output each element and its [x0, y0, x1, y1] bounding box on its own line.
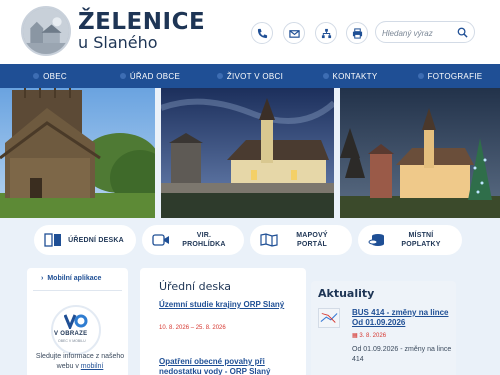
- search-box: [375, 21, 475, 43]
- official-board-item-link[interactable]: Územní studie krajiny ORP Slaný: [159, 300, 289, 310]
- app-title: V OBRAZE: [54, 331, 88, 337]
- phone-icon: [257, 28, 267, 38]
- nav-item-obec[interactable]: OBEC: [0, 64, 100, 88]
- quick-link-label: VIR. PROHLÍDKA: [182, 232, 226, 248]
- official-board-item-link[interactable]: Opatření obecné povahy při nedostatku vo…: [159, 357, 289, 375]
- mail-icon: [288, 29, 300, 38]
- church-sketch-icon: [23, 8, 69, 54]
- v-obraze-logo-icon: [64, 314, 88, 329]
- site-subtitle[interactable]: u Slaného: [78, 33, 158, 52]
- news-item-date: ▦ 3. 8. 2026: [352, 332, 386, 339]
- news-item-date-label: 3. 8. 2026: [359, 333, 387, 339]
- nav-item-label: ÚŘAD OBCE: [129, 71, 181, 81]
- nav-item-label: ŽIVOT V OBCI: [226, 71, 284, 81]
- chevron-right-icon: ›: [41, 275, 44, 282]
- news-item-text: Od 01.09.2026 - změny na lince 414: [352, 346, 452, 363]
- mobile-app-link-label: Mobilní aplikace: [47, 275, 102, 282]
- quick-link-virtual-tour[interactable]: VIR. PROHLÍDKA: [142, 225, 244, 255]
- quick-link-label: MÍSTNÍ POPLATKY: [401, 232, 441, 248]
- main-nav: OBEC ÚŘAD OBCE ŽIVOT V OBCI KONTAKTY FOT…: [0, 64, 500, 88]
- nav-bullet-icon: [216, 73, 223, 79]
- photo-church-christmas[interactable]: [340, 88, 500, 218]
- app-description: Sledujte informace z našeho webu v mobil…: [34, 352, 126, 372]
- site-header: ŽELENICE u Slaného: [0, 0, 500, 64]
- quick-link-label: ÚŘEDNÍ DESKA: [68, 236, 124, 244]
- nav-bullet-icon: [119, 73, 126, 79]
- map-thumbnail-icon: [319, 309, 339, 327]
- official-board-item-dates: 10. 8. 2026 – 25. 8. 2026: [159, 325, 226, 331]
- nav-item-fotografie[interactable]: FOTOGRAFIE: [400, 64, 500, 88]
- phone-button[interactable]: [251, 22, 273, 44]
- printer-icon: [352, 27, 362, 39]
- news-item-link[interactable]: BUS 414 - změny na lince Od 01.09.2026: [352, 308, 452, 328]
- photo-bell-tower[interactable]: [0, 88, 155, 218]
- coins-icon: [368, 234, 384, 246]
- print-button[interactable]: [346, 22, 368, 44]
- municipality-logo[interactable]: [21, 6, 71, 56]
- wooden-bell-tower-image: [0, 88, 155, 218]
- book-icon: [44, 233, 61, 247]
- search-icon[interactable]: [457, 27, 468, 38]
- quick-link-map-portal[interactable]: MAPOVÝ PORTÁL: [250, 225, 352, 255]
- news-thumbnail[interactable]: [318, 308, 340, 328]
- app-subtitle: OBEC V MOBILU: [58, 339, 86, 343]
- nav-bullet-icon: [417, 73, 424, 79]
- church-christmas-tree-image: [340, 88, 500, 218]
- official-board-title: Úřední deska: [159, 280, 232, 293]
- video-icon: [152, 234, 169, 246]
- app-description-link[interactable]: mobilní: [81, 363, 104, 370]
- nav-item-label: OBEC: [43, 71, 67, 81]
- divider: [33, 290, 122, 291]
- nav-item-label: FOTOGRAFIE: [427, 71, 483, 81]
- site-title[interactable]: ŽELENICE: [78, 9, 205, 35]
- nav-bullet-icon: [33, 73, 40, 79]
- mobile-app-link[interactable]: › Mobilní aplikace: [41, 275, 101, 282]
- photo-church-dusk[interactable]: [161, 88, 334, 218]
- nav-item-zivot-v-obci[interactable]: ŽIVOT V OBCI: [200, 64, 300, 88]
- nav-bullet-icon: [322, 73, 329, 79]
- church-at-dusk-image: [161, 88, 334, 218]
- map-icon: [260, 233, 278, 247]
- nav-item-kontakty[interactable]: KONTAKTY: [300, 64, 400, 88]
- nav-item-label: KONTAKTY: [332, 71, 378, 81]
- sitemap-button[interactable]: [315, 22, 337, 44]
- quick-link-local-fees[interactable]: MÍSTNÍ POPLATKY: [358, 225, 462, 255]
- news-title: Aktuality: [318, 287, 375, 300]
- nav-item-urad-obce[interactable]: ÚŘAD OBCE: [100, 64, 200, 88]
- quick-link-label: MAPOVÝ PORTÁL: [296, 232, 328, 248]
- photo-strip: [0, 88, 500, 218]
- search-input[interactable]: [382, 26, 460, 40]
- sitemap-icon: [321, 28, 331, 38]
- quick-link-official-board[interactable]: ÚŘEDNÍ DESKA: [34, 225, 136, 255]
- email-button[interactable]: [283, 22, 305, 44]
